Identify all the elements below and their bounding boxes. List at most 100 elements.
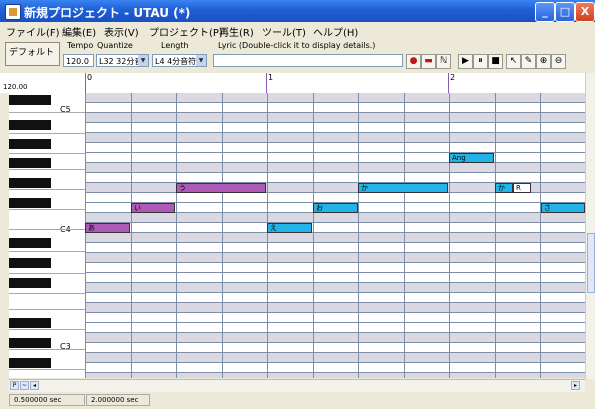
tempo-marker: 120.00 bbox=[3, 83, 28, 91]
bar-line bbox=[85, 93, 86, 378]
stop-icon[interactable]: ■ bbox=[488, 54, 503, 69]
record-icon[interactable]: ● bbox=[406, 54, 421, 69]
black-key[interactable] bbox=[9, 338, 51, 348]
status-time-position: 0.500000 sec bbox=[9, 394, 85, 406]
note-3[interactable]: う bbox=[176, 183, 266, 193]
tempo-label: Tempo bbox=[67, 41, 94, 50]
black-key[interactable] bbox=[9, 238, 51, 248]
grid-row[interactable] bbox=[85, 143, 585, 153]
black-key[interactable] bbox=[9, 158, 51, 168]
grid-row[interactable] bbox=[85, 253, 585, 263]
grid-row[interactable] bbox=[85, 163, 585, 173]
grid-row[interactable] bbox=[85, 353, 585, 363]
menu-tools[interactable]: ツール(T) bbox=[262, 24, 306, 39]
note-8[interactable]: か bbox=[495, 183, 513, 193]
white-key[interactable] bbox=[9, 290, 85, 310]
beat-line bbox=[313, 93, 314, 378]
grid-row[interactable] bbox=[85, 323, 585, 333]
black-key[interactable] bbox=[9, 120, 51, 130]
note-5[interactable]: お bbox=[313, 203, 358, 213]
draw-icon[interactable]: ✎ bbox=[521, 54, 536, 69]
note-4[interactable]: え bbox=[267, 223, 312, 233]
grid-row[interactable] bbox=[85, 303, 585, 313]
chevron-down-icon[interactable]: ▼ bbox=[196, 55, 206, 66]
note-2[interactable]: い bbox=[131, 203, 175, 213]
menu-edit[interactable]: 編集(E) bbox=[62, 24, 96, 39]
grid-row[interactable] bbox=[85, 93, 585, 103]
grid-row[interactable] bbox=[85, 263, 585, 273]
menu-play[interactable]: 再生(R) bbox=[219, 24, 254, 39]
toolbar: デフォルト Tempo 120.0 Quantize L32 32分音符 ▼ L… bbox=[0, 39, 595, 74]
curve-toggle-button[interactable]: ~ bbox=[20, 381, 29, 390]
bar-number: 0 bbox=[87, 73, 93, 82]
bar-line bbox=[267, 93, 268, 378]
bar-line bbox=[448, 73, 449, 93]
grid-row[interactable] bbox=[85, 133, 585, 143]
grid-row[interactable] bbox=[85, 363, 585, 373]
note-7[interactable]: Ang bbox=[449, 153, 494, 163]
note-10[interactable]: さ bbox=[541, 203, 585, 213]
menu-file[interactable]: ファイル(F) bbox=[6, 24, 60, 39]
grid-row[interactable] bbox=[85, 173, 585, 183]
note-1[interactable]: あ bbox=[85, 223, 130, 233]
black-key[interactable] bbox=[9, 198, 51, 208]
grid-row[interactable] bbox=[85, 333, 585, 343]
menu-bar: ファイル(F) 編集(E) 表示(V) プロジェクト(P) 再生(R) ツール(… bbox=[0, 22, 595, 39]
grid-row[interactable] bbox=[85, 223, 585, 233]
vertical-scrollbar[interactable] bbox=[585, 73, 595, 379]
black-key[interactable] bbox=[9, 318, 51, 328]
black-key[interactable] bbox=[9, 358, 51, 368]
lyric-input[interactable] bbox=[213, 54, 403, 67]
black-key[interactable] bbox=[9, 278, 51, 288]
window-title: 新規プロジェクト - UTAU (*) bbox=[24, 6, 191, 20]
grid-row[interactable] bbox=[85, 113, 585, 123]
grid-row[interactable] bbox=[85, 273, 585, 283]
grid-row[interactable] bbox=[85, 103, 585, 113]
grid-row[interactable] bbox=[85, 243, 585, 253]
wave-icon[interactable]: ▬ bbox=[421, 54, 436, 69]
play-icon[interactable]: ▶ bbox=[458, 54, 473, 69]
note-6[interactable]: か bbox=[358, 183, 448, 193]
zoom-in-icon[interactable]: ⊕ bbox=[536, 54, 551, 69]
piano-keyboard[interactable]: C5 C4 C3 bbox=[9, 93, 86, 378]
bar-line bbox=[85, 73, 86, 93]
pause-icon[interactable]: ⏸ bbox=[473, 54, 488, 69]
menu-project[interactable]: プロジェクト(P) bbox=[149, 24, 223, 39]
maximize-button[interactable]: □ bbox=[555, 2, 575, 22]
grid-row[interactable] bbox=[85, 233, 585, 243]
grid-row[interactable] bbox=[85, 313, 585, 323]
scroll-right-button[interactable]: ▸ bbox=[571, 381, 580, 390]
grid-row[interactable] bbox=[85, 293, 585, 303]
black-key[interactable] bbox=[9, 139, 51, 149]
grid-row[interactable] bbox=[85, 193, 585, 203]
quantize-select[interactable]: L32 32分音符 ▼ bbox=[96, 54, 149, 67]
grid-row[interactable] bbox=[85, 283, 585, 293]
note-9[interactable]: R bbox=[513, 183, 531, 193]
grid-row[interactable] bbox=[85, 343, 585, 353]
scroll-left-button[interactable]: ◂ bbox=[30, 381, 39, 390]
close-button[interactable]: X bbox=[575, 2, 595, 22]
white-key[interactable] bbox=[9, 210, 85, 230]
pointer-icon[interactable]: ↖ bbox=[506, 54, 521, 69]
black-key[interactable] bbox=[9, 178, 51, 188]
grid-row[interactable] bbox=[85, 213, 585, 223]
grid-row[interactable] bbox=[85, 123, 585, 133]
pitch-toggle-button[interactable]: P bbox=[10, 381, 19, 390]
zoom-out-icon[interactable]: ⊖ bbox=[551, 54, 566, 69]
preset-button[interactable]: デフォルト bbox=[5, 42, 60, 66]
piano-roll-grid[interactable]: あいうえおか Ang か R さ bbox=[85, 93, 585, 378]
menu-view[interactable]: 表示(V) bbox=[104, 24, 139, 39]
chevron-down-icon[interactable]: ▼ bbox=[138, 55, 148, 66]
black-key[interactable] bbox=[9, 95, 51, 105]
pencil-tool-icon[interactable]: ℕ bbox=[436, 54, 451, 69]
grid-row[interactable] bbox=[85, 153, 585, 163]
tempo-input[interactable]: 120.0 bbox=[63, 54, 94, 67]
length-label: Length bbox=[161, 41, 189, 50]
menu-help[interactable]: ヘルプ(H) bbox=[313, 24, 358, 39]
horizontal-scrollbar[interactable]: P ~ ◂ ▸ bbox=[9, 379, 585, 392]
scroll-thumb[interactable] bbox=[587, 233, 595, 293]
length-select[interactable]: L4 4分音符 ▼ bbox=[152, 54, 207, 67]
black-key[interactable] bbox=[9, 258, 51, 268]
grid-row[interactable] bbox=[85, 373, 585, 378]
minimize-button[interactable]: _ bbox=[535, 2, 555, 22]
